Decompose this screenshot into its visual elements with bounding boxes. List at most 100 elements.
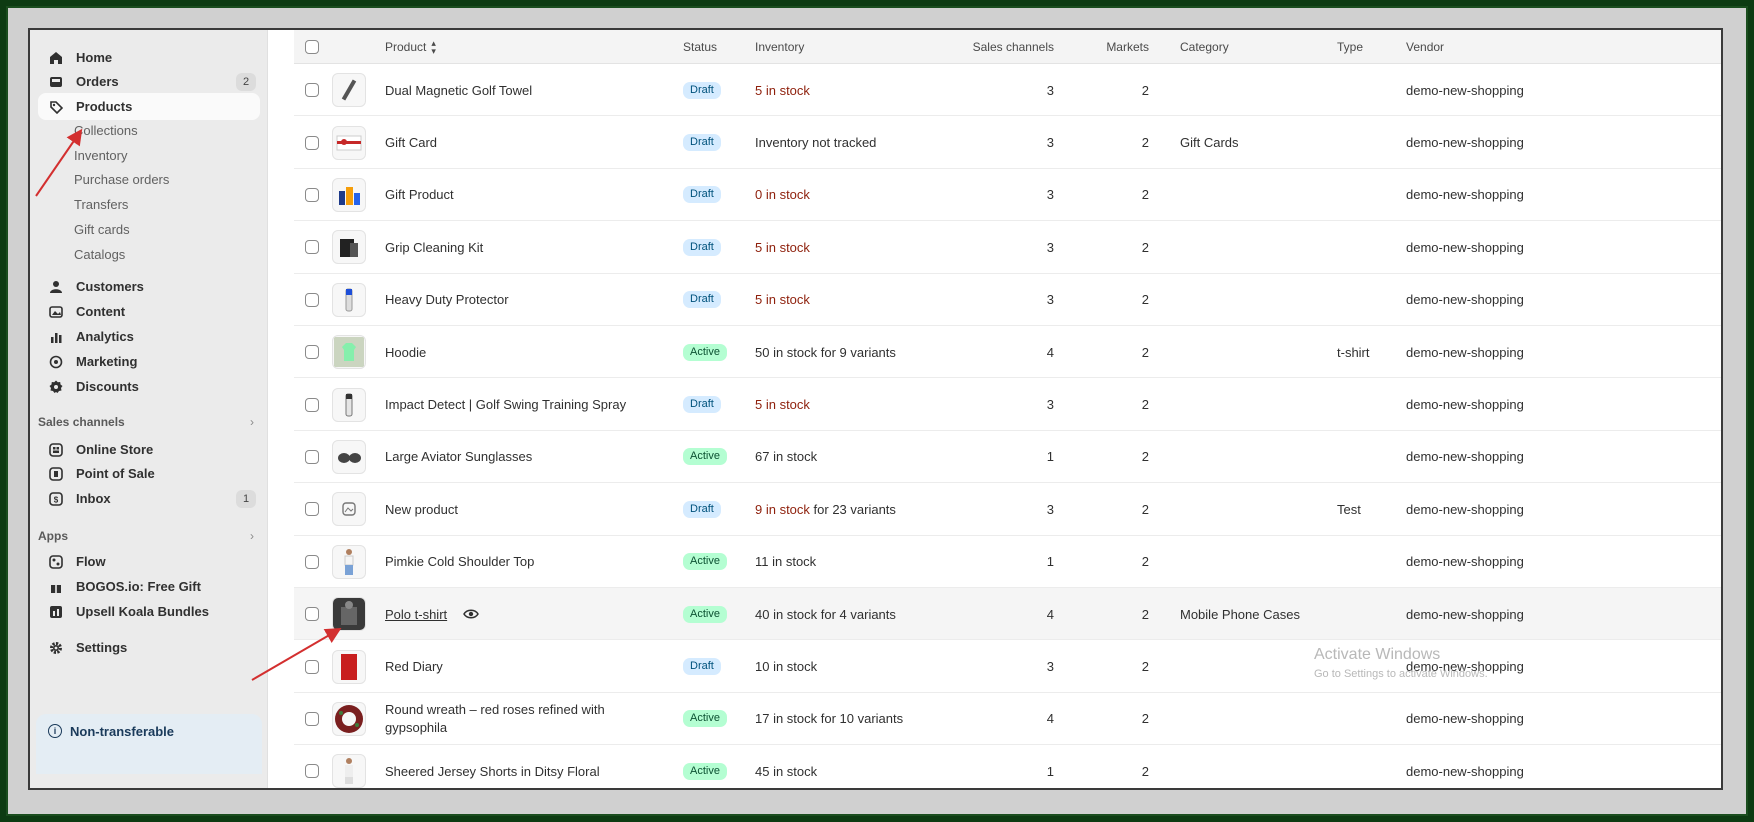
sidebar-item-products[interactable]: Products xyxy=(38,93,260,120)
row-checkbox[interactable] xyxy=(305,64,319,116)
vendor-column-header[interactable]: Vendor xyxy=(1406,30,1444,64)
row-checkbox[interactable] xyxy=(305,640,319,692)
sales-channels-column-header[interactable]: Sales channels xyxy=(954,30,1054,64)
status-badge: Draft xyxy=(683,81,721,99)
table-row[interactable]: Heavy Duty Protector Draft 5 in stock 3 2 dem… xyxy=(294,274,1721,326)
preview-eye-icon[interactable] xyxy=(463,608,480,620)
product-name[interactable]: Dual Magnetic Golf Towel xyxy=(385,83,532,98)
product-thumbnail[interactable] xyxy=(332,640,366,692)
table-row[interactable]: New product Draft 9 in stock for 23 varian… xyxy=(294,483,1721,536)
sales-channels-section[interactable]: Sales channels › xyxy=(38,412,260,432)
table-row[interactable]: Pimkie Cold Shoulder Top Active 11 in stoc… xyxy=(294,536,1721,588)
row-checkbox[interactable] xyxy=(305,116,319,168)
product-name[interactable]: Grip Cleaning Kit xyxy=(385,240,483,255)
product-name[interactable]: Round wreath – red roses refined with xyxy=(385,701,605,719)
table-row[interactable]: Round wreath – red roses refined with gyp… xyxy=(294,693,1721,746)
product-name[interactable]: Large Aviator Sunglasses xyxy=(385,449,532,464)
product-name[interactable]: Heavy Duty Protector xyxy=(385,292,509,307)
sidebar-subitem-gift-cards[interactable]: Gift cards xyxy=(74,217,130,241)
table-row[interactable]: Polo t-shirt Active 40 in stock for 4 vari… xyxy=(294,588,1721,641)
sidebar-item-label: Marketing xyxy=(76,354,138,369)
sidebar-item-orders[interactable]: Orders 2 xyxy=(38,68,260,95)
product-thumbnail[interactable] xyxy=(332,326,366,378)
product-thumbnail[interactable] xyxy=(332,483,366,535)
table-row[interactable]: Dual Magnetic Golf Towel Draft 5 in stock 3… xyxy=(294,64,1721,117)
product-column-header[interactable]: Product ▴ ▾ xyxy=(385,30,436,64)
sidebar-item-flow[interactable]: Flow xyxy=(38,548,260,575)
product-thumbnail[interactable] xyxy=(332,536,366,588)
product-name[interactable]: Polo t-shirt xyxy=(385,607,447,622)
row-checkbox[interactable] xyxy=(305,274,319,326)
tag-icon xyxy=(48,99,64,115)
select-all-checkbox[interactable] xyxy=(305,30,319,64)
product-name-line2[interactable]: gypsophila xyxy=(385,719,605,737)
sidebar-item-home[interactable]: Home xyxy=(38,44,260,71)
sidebar-subitem-purchase-orders[interactable]: Purchase orders xyxy=(74,167,169,191)
product-thumbnail[interactable] xyxy=(332,431,366,483)
product-name[interactable]: Hoodie xyxy=(385,345,426,360)
markets-count: 2 xyxy=(1141,606,1149,622)
row-checkbox[interactable] xyxy=(305,221,319,273)
product-thumbnail[interactable] xyxy=(332,64,366,116)
product-thumbnail[interactable] xyxy=(332,588,366,640)
product-name[interactable]: Gift Card xyxy=(385,135,437,150)
sidebar-item-inbox[interactable]: $ Inbox 1 xyxy=(38,485,260,512)
sidebar-subitem-catalogs[interactable]: Catalogs xyxy=(74,242,125,266)
row-checkbox[interactable] xyxy=(305,588,319,640)
row-checkbox[interactable] xyxy=(305,326,319,378)
sidebar-subitem-inventory[interactable]: Inventory xyxy=(74,143,127,167)
type-column-header[interactable]: Type xyxy=(1337,30,1363,64)
product-thumbnail[interactable] xyxy=(332,693,366,745)
product-name[interactable]: Red Diary xyxy=(385,659,443,674)
table-row[interactable]: Hoodie Active 50 in stock for 9 variants 4 2… xyxy=(294,326,1721,379)
sidebar-item-point-of-sale[interactable]: Point of Sale xyxy=(38,460,260,487)
table-row[interactable]: Impact Detect | Golf Swing Training Spra… xyxy=(294,378,1721,431)
sidebar-item-analytics[interactable]: Analytics xyxy=(38,323,260,350)
product-name[interactable]: Sheered Jersey Shorts in Ditsy Floral xyxy=(385,764,600,779)
table-row[interactable]: Grip Cleaning Kit Draft 5 in stock 3 2 demo-n… xyxy=(294,221,1721,274)
sidebar-item-customers[interactable]: Customers xyxy=(38,273,260,300)
sidebar-item-bogos[interactable]: BOGOS.io: Free Gift xyxy=(38,573,260,600)
table-row[interactable]: Sheered Jersey Shorts in Ditsy Floral Act… xyxy=(294,745,1721,788)
product-thumbnail[interactable] xyxy=(332,116,366,168)
inventory-text: 11 in stock xyxy=(755,554,817,570)
markets-column-header[interactable]: Markets xyxy=(1074,30,1149,64)
inbox-count-badge: 1 xyxy=(236,489,256,508)
inbox-icon xyxy=(48,74,64,90)
sidebar-item-marketing[interactable]: Marketing xyxy=(38,348,260,375)
table-row[interactable]: Red Diary Draft 10 in stock 3 2 demo-new-shop… xyxy=(294,640,1721,693)
sidebar-item-online-store[interactable]: Online Store xyxy=(38,436,260,463)
sidebar-item-discounts[interactable]: Discounts xyxy=(38,373,260,400)
product-name[interactable]: Pimkie Cold Shoulder Top xyxy=(385,554,534,569)
sidebar-subitem-transfers[interactable]: Transfers xyxy=(74,192,128,216)
inventory-column-header[interactable]: Inventory xyxy=(755,30,804,64)
non-transferable-banner[interactable]: i Non-transferable xyxy=(36,714,262,774)
gear-icon xyxy=(48,640,64,656)
category-column-header[interactable]: Category xyxy=(1180,30,1229,64)
apps-section[interactable]: Apps › xyxy=(38,526,260,546)
table-row[interactable]: Gift Product Draft 0 in stock 3 2 demo-new-sh… xyxy=(294,169,1721,222)
row-checkbox[interactable] xyxy=(305,693,319,745)
product-name[interactable]: Gift Product xyxy=(385,187,454,202)
product-name[interactable]: Impact Detect | Golf Swing Training Spra… xyxy=(385,397,626,412)
sidebar-item-settings[interactable]: Settings xyxy=(38,634,260,661)
table-row[interactable]: Gift Card Draft Inventory not tracked 3 2 Gif… xyxy=(294,116,1721,169)
sidebar-subitem-collections[interactable]: Collections xyxy=(74,118,138,142)
row-checkbox[interactable] xyxy=(305,169,319,221)
pos-icon xyxy=(48,466,64,482)
product-name[interactable]: New product xyxy=(385,502,458,517)
product-thumbnail[interactable] xyxy=(332,169,366,221)
row-checkbox[interactable] xyxy=(305,483,319,535)
row-checkbox[interactable] xyxy=(305,745,319,788)
sidebar-item-content[interactable]: Content xyxy=(38,298,260,325)
row-checkbox[interactable] xyxy=(305,431,319,483)
row-checkbox[interactable] xyxy=(305,536,319,588)
table-row[interactable]: Large Aviator Sunglasses Active 67 in stoc… xyxy=(294,431,1721,484)
sidebar-item-upsell-koala[interactable]: Upsell Koala Bundles xyxy=(38,598,260,625)
status-column-header[interactable]: Status xyxy=(683,30,717,64)
product-thumbnail[interactable] xyxy=(332,221,366,273)
product-thumbnail[interactable] xyxy=(332,745,366,788)
product-thumbnail[interactable] xyxy=(332,274,366,326)
row-checkbox[interactable] xyxy=(305,378,319,430)
product-thumbnail[interactable] xyxy=(332,378,366,430)
